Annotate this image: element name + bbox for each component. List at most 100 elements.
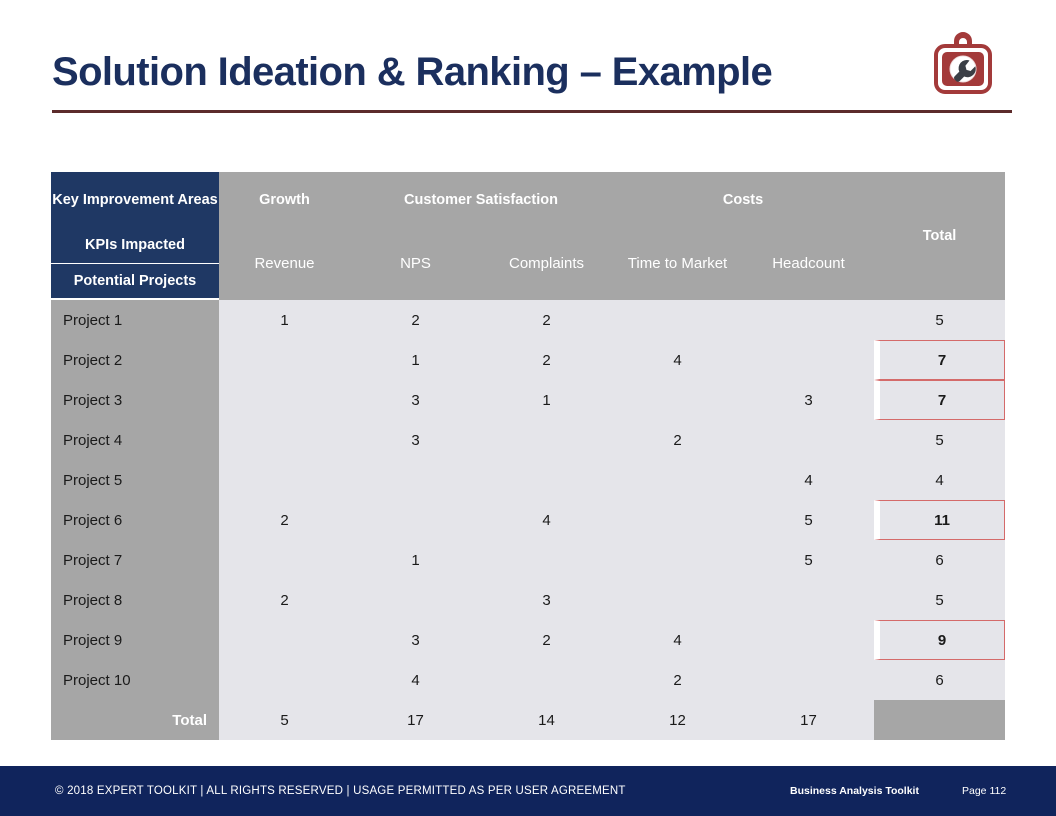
score-cell: 2: [350, 300, 481, 340]
row-total-highlighted: 7: [874, 380, 1006, 420]
score-cell: 3: [481, 580, 612, 620]
header-total-column: Total: [874, 172, 1006, 300]
column-total-cell: 17: [743, 700, 875, 740]
score-cell: [219, 420, 350, 460]
total-row-label: Total: [51, 700, 219, 740]
score-cell: [481, 420, 612, 460]
score-cell: [350, 500, 481, 540]
column-total-cell: 5: [219, 700, 350, 740]
score-cell: [219, 660, 350, 700]
row-total: 5: [874, 580, 1006, 620]
ranking-table: Key Improvement Areas Growth Customer Sa…: [51, 172, 1006, 740]
score-cell: 2: [481, 300, 612, 340]
column-total-cell: 17: [350, 700, 481, 740]
grand-total-blank-cell: [874, 700, 1006, 740]
score-cell: [219, 380, 350, 420]
table-row: Project 11225: [51, 300, 1006, 340]
table-body: Project 1 1 2 2 5 Project 2 1 2 4 7 Project 33137P…: [51, 300, 1006, 700]
row-label-project: Project 9: [51, 620, 219, 660]
table-row: Project 10 4 2 6: [51, 660, 1006, 700]
header-row-groups: Key Improvement Areas Growth Customer Sa…: [51, 172, 1006, 300]
row-label-project: Project 2: [51, 340, 219, 380]
score-cell: [350, 460, 481, 500]
ranking-matrix: Key Improvement Areas Growth Customer Sa…: [51, 172, 1006, 740]
score-cell: [350, 580, 481, 620]
row-total: 6: [874, 540, 1006, 580]
row-total: 6: [874, 660, 1006, 700]
table-row: Project 4 3 2 5: [51, 420, 1006, 460]
score-cell: [743, 420, 875, 460]
table-row: Project 2 124 7: [51, 340, 1006, 380]
score-cell: [743, 300, 875, 340]
header-kpi-revenue: Revenue: [219, 228, 350, 300]
score-cell: [481, 460, 612, 500]
score-cell: 5: [743, 500, 875, 540]
score-cell: [743, 340, 875, 380]
score-cell: [612, 540, 743, 580]
score-cell: 4: [612, 340, 743, 380]
table-row: Project 5 44: [51, 460, 1006, 500]
row-label-project: Project 1: [51, 300, 219, 340]
row-label-project: Project 3: [51, 380, 219, 420]
score-cell: [612, 300, 743, 340]
score-cell: 2: [481, 340, 612, 380]
table-row: Project 6 2 4 5 11: [51, 500, 1006, 540]
score-cell: 2: [612, 660, 743, 700]
table-row: Project 9 324 9: [51, 620, 1006, 660]
table-foot: Total 5 17 14 12 17: [51, 700, 1006, 740]
score-cell: 3: [350, 380, 481, 420]
row-total-highlighted: 7: [874, 340, 1006, 380]
row-label-project: Project 6: [51, 500, 219, 540]
header-group-growth: Growth: [219, 172, 350, 228]
row-total: 5: [874, 300, 1006, 340]
title-block: Solution Ideation & Ranking – Example: [52, 50, 912, 94]
score-cell: [743, 620, 875, 660]
expert-toolkit-logo: [930, 28, 996, 100]
score-cell: 3: [350, 620, 481, 660]
score-cell: [219, 620, 350, 660]
footer-brand: Business Analysis Toolkit: [790, 785, 919, 797]
row-total: 5: [874, 420, 1006, 460]
table-row: Project 33137: [51, 380, 1006, 420]
header-kpi-nps: NPS: [350, 228, 481, 300]
header-kpi-headcount: Headcount: [743, 228, 875, 300]
score-cell: 1: [481, 380, 612, 420]
header-kpi-complaints: Complaints: [481, 228, 612, 300]
table-row: Project 7 1 56: [51, 540, 1006, 580]
slide-canvas: Solution Ideation & Ranking – Example Ke…: [0, 0, 1056, 816]
score-cell: 3: [743, 380, 875, 420]
score-cell: 2: [612, 420, 743, 460]
score-cell: [612, 380, 743, 420]
score-cell: [219, 340, 350, 380]
score-cell: 2: [481, 620, 612, 660]
table-row: Project 82 3 5: [51, 580, 1006, 620]
score-cell: [612, 500, 743, 540]
score-cell: 2: [219, 580, 350, 620]
score-cell: [219, 460, 350, 500]
score-cell: [743, 580, 875, 620]
score-cell: [743, 660, 875, 700]
score-cell: [481, 660, 612, 700]
header-group-customer-satisfaction: Customer Satisfaction: [350, 172, 612, 228]
table-head: Key Improvement Areas Growth Customer Sa…: [51, 172, 1006, 300]
score-cell: 4: [481, 500, 612, 540]
row-total: 4: [874, 460, 1006, 500]
row-total-highlighted: 9: [874, 620, 1006, 660]
column-total-cell: 12: [612, 700, 743, 740]
score-cell: 3: [350, 420, 481, 460]
row-label-project: Project 7: [51, 540, 219, 580]
score-cell: 1: [350, 540, 481, 580]
row-total-highlighted: 11: [874, 500, 1006, 540]
page-title: Solution Ideation & Ranking – Example: [52, 50, 773, 94]
score-cell: [612, 580, 743, 620]
score-cell: 2: [219, 500, 350, 540]
score-cell: [481, 540, 612, 580]
slide-footer: © 2018 EXPERT TOOLKIT | ALL RIGHTS RESER…: [0, 766, 1056, 816]
score-cell: 5: [743, 540, 875, 580]
header-potential-projects: Potential Projects: [51, 264, 219, 300]
header-group-costs: Costs: [612, 172, 875, 228]
score-cell: [612, 460, 743, 500]
score-cell: 4: [612, 620, 743, 660]
footer-copyright: © 2018 EXPERT TOOLKIT | ALL RIGHTS RESER…: [55, 785, 626, 797]
score-cell: [219, 540, 350, 580]
